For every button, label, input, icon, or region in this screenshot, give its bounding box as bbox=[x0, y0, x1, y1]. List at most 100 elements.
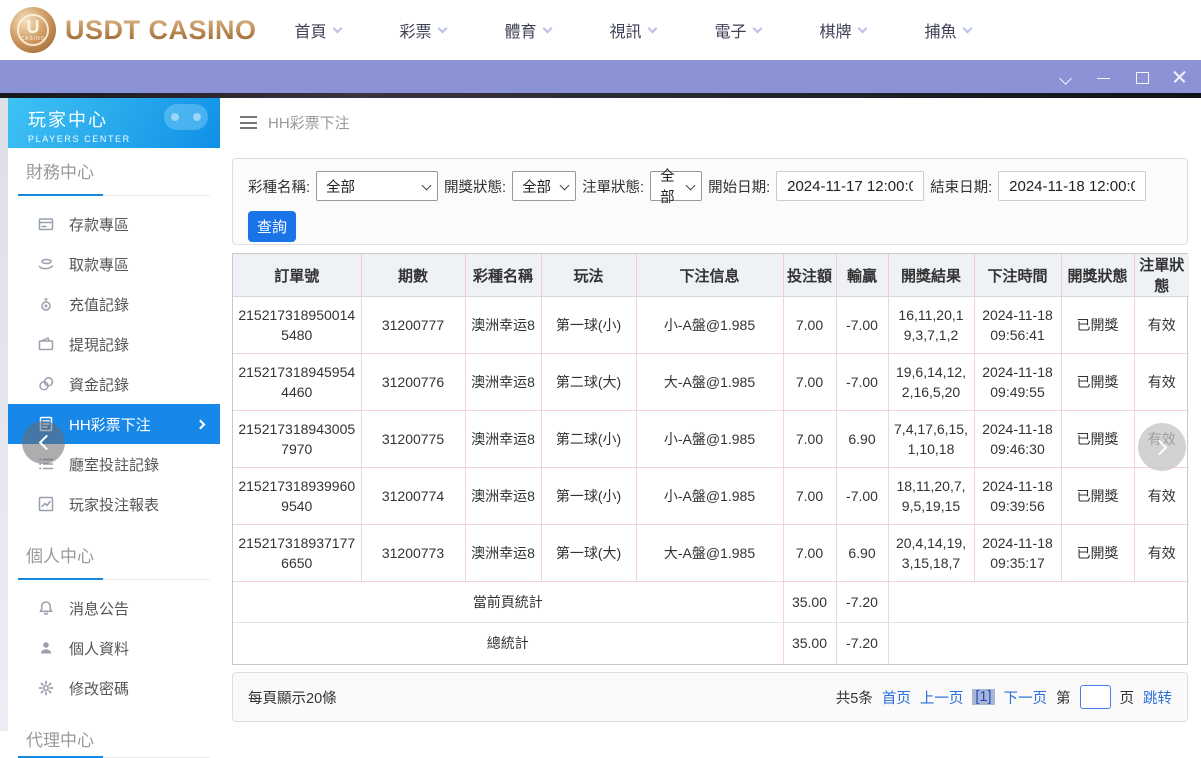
table-cell: 7.00 bbox=[783, 524, 837, 582]
chevron-down-icon bbox=[542, 23, 552, 33]
table-cell: 已開獎 bbox=[1061, 524, 1135, 582]
table-cell: 小-A盤@1.985 bbox=[636, 467, 784, 525]
table-cell: 第一球(小) bbox=[541, 296, 637, 354]
jump-button[interactable]: 跳转 bbox=[1143, 687, 1172, 708]
nav-item-live[interactable]: 視訊 bbox=[580, 18, 685, 42]
nav-item-lottery[interactable]: 彩票 bbox=[370, 18, 475, 42]
column-header: 下注信息 bbox=[636, 254, 784, 297]
breadcrumb: HH彩票下注 bbox=[240, 112, 350, 133]
table-row: 2152173189500145480 31200777 澳洲幸运8 第一球(小) 小-… bbox=[233, 296, 1189, 354]
prev-page-link[interactable]: 上一页 bbox=[920, 687, 964, 708]
table-cell: -7.00 bbox=[836, 296, 889, 354]
sidebar-item-label: 玩家投注報表 bbox=[69, 496, 160, 514]
draw-status-select[interactable]: 全部 bbox=[512, 171, 577, 201]
table-cell: 已開獎 bbox=[1061, 467, 1135, 525]
table-cell: 31200776 bbox=[361, 353, 466, 411]
end-date-input[interactable] bbox=[998, 171, 1147, 201]
nav-item-fishing[interactable]: 捕魚 bbox=[895, 18, 1000, 42]
sidebar-item-player-report[interactable]: 玩家投注報表 bbox=[8, 484, 220, 524]
withdraw-icon bbox=[38, 256, 54, 272]
total-summary-row: 總統計 35.00 -7.20 bbox=[233, 622, 1189, 664]
sidebar-item-label: HH彩票下注 bbox=[69, 416, 151, 434]
total-summary-bet: 35.00 bbox=[783, 622, 837, 664]
sidebar-item-announcements[interactable]: 消息公告 bbox=[8, 588, 220, 628]
table-cell: 澳洲幸运8 bbox=[465, 467, 542, 525]
column-header: 投注額 bbox=[783, 254, 837, 297]
table-cell: 澳洲幸运8 bbox=[465, 296, 542, 354]
table-cell: 第一球(小) bbox=[541, 467, 637, 525]
column-header: 訂單號 bbox=[233, 254, 362, 297]
sidebar-item-password[interactable]: 修改密碼 bbox=[8, 668, 220, 708]
nav-item-home[interactable]: 首頁 bbox=[265, 18, 370, 42]
nav-item-label: 電子 bbox=[714, 24, 747, 41]
page-jump-input[interactable] bbox=[1079, 685, 1111, 709]
collapse-chevron-icon[interactable] bbox=[1059, 70, 1073, 85]
chevron-down-icon bbox=[857, 23, 867, 33]
first-page-link[interactable]: 首页 bbox=[882, 687, 911, 708]
total-summary-winloss: -7.20 bbox=[836, 622, 889, 664]
pagination-bar: 每頁顯示20條 共5条 首页 上一页 [1] 下一页 第 页 跳转 bbox=[232, 672, 1188, 722]
table-cell: 31200775 bbox=[361, 410, 466, 468]
scroll-right-button[interactable] bbox=[1138, 423, 1186, 471]
sidebar-item-label: 消息公告 bbox=[69, 600, 130, 618]
table-header-row: 訂單號 期數 彩種名稱 玩法 下注信息 投注額 輸贏 開獎結果 下注時間 開獎狀態 注單狀態 bbox=[233, 254, 1189, 297]
sidebar-item-withdraw[interactable]: 取款專區 bbox=[8, 244, 220, 284]
table-cell: 2024-11-18 09:35:17 bbox=[974, 524, 1062, 582]
table-cell: 有效 bbox=[1134, 467, 1189, 525]
nav-item-sports[interactable]: 體育 bbox=[475, 18, 580, 42]
report-icon bbox=[38, 496, 54, 512]
sidebar-item-label: 存款專區 bbox=[69, 216, 130, 234]
table-cell: 19,6,14,12,2,16,5,20 bbox=[888, 353, 975, 411]
lottery-name-label: 彩種名稱: bbox=[248, 179, 311, 196]
page-size-text: 每頁顯示20條 bbox=[248, 690, 337, 707]
brand-logo[interactable]: U CASINO USDT CASINO bbox=[0, 7, 256, 53]
table-cell: 2152173189399609540 bbox=[233, 467, 362, 525]
cashout-icon bbox=[38, 336, 54, 352]
table-cell: 澳洲幸运8 bbox=[465, 524, 542, 582]
total-summary-label: 總統計 bbox=[233, 622, 784, 664]
nav-item-cards[interactable]: 棋牌 bbox=[790, 18, 895, 42]
order-status-select[interactable]: 全部 bbox=[650, 169, 703, 206]
nav-item-label: 彩票 bbox=[399, 24, 432, 41]
next-page-link[interactable]: 下一页 bbox=[1004, 687, 1048, 708]
table-cell: 2152173189430057970 bbox=[233, 410, 362, 468]
page-summary-bet: 35.00 bbox=[783, 581, 837, 623]
table-cell: 2024-11-18 09:56:41 bbox=[974, 296, 1062, 354]
scroll-left-button[interactable] bbox=[22, 421, 65, 464]
column-header: 開獎狀態 bbox=[1061, 254, 1135, 297]
column-header: 輸贏 bbox=[836, 254, 889, 297]
sidebar-item-deposit[interactable]: 存款專區 bbox=[8, 204, 220, 244]
left-edge-strip bbox=[0, 98, 8, 731]
start-date-input[interactable] bbox=[776, 171, 925, 201]
draw-status-label: 開獎狀態: bbox=[444, 179, 507, 196]
jump-suffix-label: 页 bbox=[1119, 690, 1135, 707]
table-cell: 2024-11-18 09:39:56 bbox=[974, 467, 1062, 525]
sidebar-item-profile[interactable]: 個人資料 bbox=[8, 628, 220, 668]
page-summary-row: 當前頁統計 35.00 -7.20 bbox=[233, 581, 1189, 623]
table-cell: -7.00 bbox=[836, 353, 889, 411]
table-cell: 7.00 bbox=[783, 467, 837, 525]
table-cell: 2152173189371776650 bbox=[233, 524, 362, 582]
minimize-icon[interactable] bbox=[1097, 70, 1111, 84]
lottery-name-select[interactable]: 全部 bbox=[316, 171, 439, 201]
chevron-down-icon bbox=[437, 23, 447, 33]
table-cell: 第二球(大) bbox=[541, 353, 637, 411]
close-icon[interactable] bbox=[1173, 70, 1187, 84]
sidebar-item-funds-log[interactable]: 資金記錄 bbox=[8, 364, 220, 404]
nav-item-slots[interactable]: 電子 bbox=[685, 18, 790, 42]
sidebar-item-label: 修改密碼 bbox=[69, 680, 130, 698]
table-cell: 大-A盤@1.985 bbox=[636, 353, 784, 411]
nav-item-label: 視訊 bbox=[609, 24, 642, 41]
sidebar-item-recharge-log[interactable]: 充值記錄 bbox=[8, 284, 220, 324]
hamburger-icon[interactable] bbox=[240, 116, 257, 129]
table-cell: 7,4,17,6,15,1,10,18 bbox=[888, 410, 975, 468]
column-header: 玩法 bbox=[541, 254, 637, 297]
table-cell: 有效 bbox=[1134, 296, 1189, 354]
maximize-icon[interactable] bbox=[1135, 70, 1149, 84]
nav-item-label: 棋牌 bbox=[819, 24, 852, 41]
nav-item-label: 捕魚 bbox=[924, 24, 957, 41]
chevron-down-icon bbox=[752, 23, 762, 33]
sidebar-item-cashout-log[interactable]: 提現記錄 bbox=[8, 324, 220, 364]
page-summary-winloss: -7.20 bbox=[836, 581, 889, 623]
search-button[interactable]: 查詢 bbox=[248, 211, 296, 242]
